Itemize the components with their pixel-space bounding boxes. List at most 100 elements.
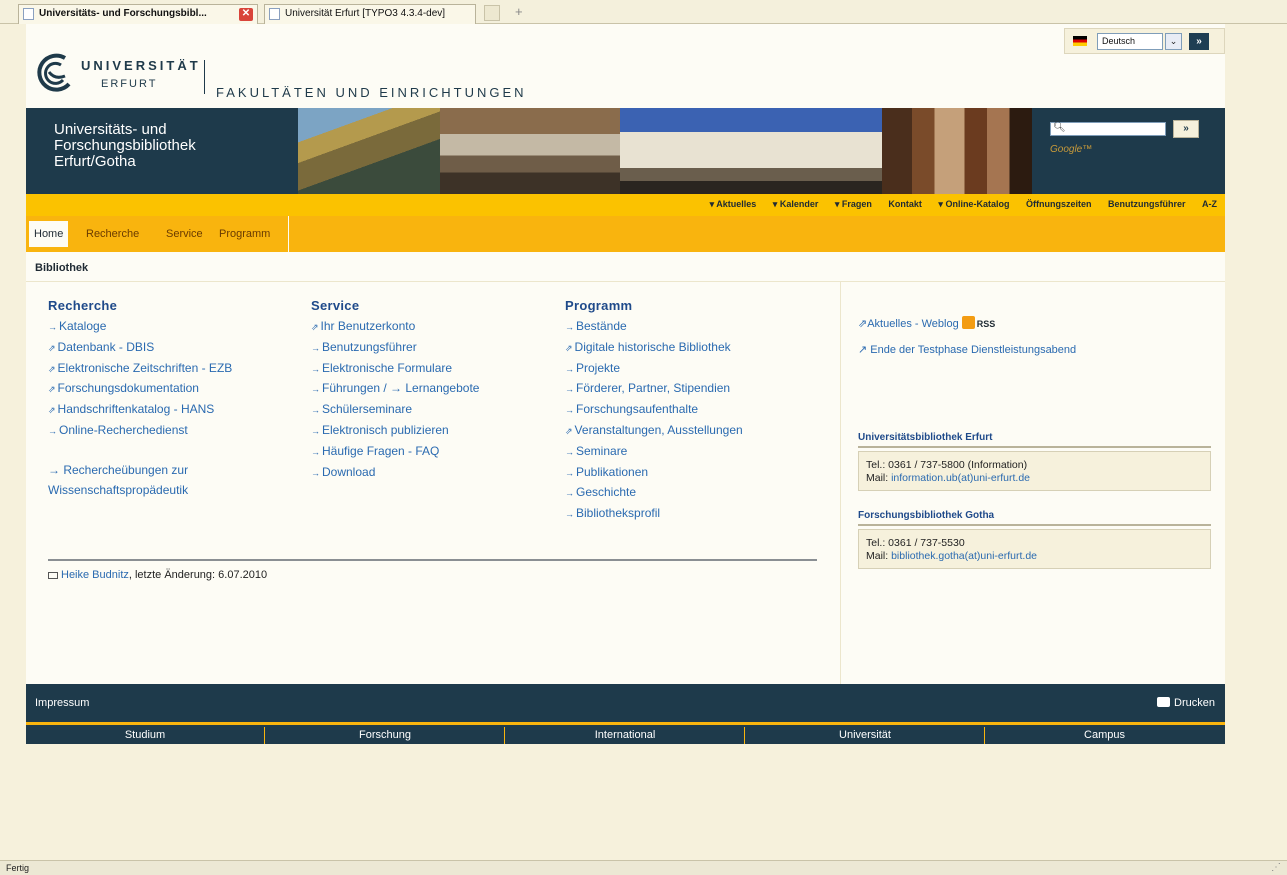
library-title[interactable]: Universitäts- und Forschungsbibliothek E… (54, 122, 254, 170)
tab-recherche[interactable]: Recherche (81, 221, 144, 247)
logo-university-text[interactable]: UNIVERSITÄT (81, 58, 201, 73)
arrow-icon: → (311, 363, 320, 374)
tab-programm[interactable]: Programm (214, 221, 275, 247)
browser-tab-library[interactable]: Universitäts- und Forschungsbibl... ✕ (18, 4, 258, 24)
footer-link-campus[interactable]: Campus (985, 727, 1224, 744)
tab-service[interactable]: Service (161, 221, 208, 247)
quick-link-aktuelles[interactable]: ▾ Aktuelles (710, 199, 757, 209)
last-modified: Heike Budnitz, letzte Änderung: 6.07.201… (48, 569, 267, 581)
link-kataloge[interactable]: → Kataloge (48, 317, 308, 338)
link-forschungsdokumentation[interactable]: ⇗ Forschungsdokumentation (48, 379, 308, 400)
link-rechercheuebungen-line2[interactable]: Wissenschaftspropädeutik (48, 481, 308, 501)
page: UNIVERSITÄT ERFURT FAKULTÄTEN UND EINRIC… (26, 24, 1225, 744)
sidebar: ⇗Aktuelles - Weblog RSS ↗ Ende der Testph… (840, 282, 1225, 684)
link-digitale-bibliothek[interactable]: ⇗ Digitale historische Bibliothek (565, 338, 835, 359)
link-download[interactable]: → Download (311, 463, 561, 484)
footer-link-universitaet[interactable]: Universität (746, 727, 985, 744)
column-title[interactable]: Programm (565, 298, 835, 313)
link-faq[interactable]: → Häufige Fragen - FAQ (311, 442, 561, 463)
arrow-icon: → (311, 384, 320, 395)
author-link[interactable]: Heike Budnitz (61, 569, 129, 581)
link-benutzerkonto[interactable]: ⇗ Ihr Benutzerkonto (311, 317, 561, 338)
link-text: Ihr Benutzerkonto (320, 319, 416, 333)
quick-link-online-katalog[interactable]: ▾ Online-Katalog (938, 199, 1009, 209)
close-tab-icon[interactable]: ✕ (239, 8, 253, 21)
quick-link-benutzungsfuehrer[interactable]: Benutzungsführer (1108, 199, 1186, 209)
reading-room-photo (440, 108, 620, 194)
link-forschungsaufenthalte[interactable]: → Forschungsaufenthalte (565, 400, 835, 421)
link-ezb[interactable]: ⇗ Elektronische Zeitschriften - EZB (48, 359, 308, 380)
link-publizieren[interactable]: → Elektronisch publizieren (311, 421, 561, 442)
link-text: Digitale historische Bibliothek (574, 339, 731, 354)
arrow-icon: → (311, 342, 320, 353)
link-fuehrungen[interactable]: → Führungen / → Lernangebote (311, 379, 561, 400)
chevron-down-icon[interactable]: ⌄ (1165, 33, 1182, 50)
language-go-button[interactable]: » (1189, 33, 1209, 50)
footer-link-studium[interactable]: Studium (26, 727, 265, 744)
news-link[interactable]: ↗ Ende der Testphase Dienstleistungsaben… (858, 343, 1076, 356)
arrow-icon: → (565, 384, 574, 395)
resize-grip-icon[interactable]: ⋰ (1271, 862, 1281, 873)
link-publikationen[interactable]: → Publikationen (565, 463, 835, 484)
quick-link-oeffnungszeiten[interactable]: Öffnungszeiten (1026, 199, 1092, 209)
breadcrumb: Bibliothek (26, 252, 1225, 282)
link-text: Elektronisch publizieren (322, 422, 449, 437)
logo-city-text[interactable]: ERFURT (101, 78, 157, 90)
gotha-phone: Tel.: 0361 / 737-5530 (866, 537, 965, 549)
link-bibliotheksprofil[interactable]: → Bibliotheksprofil (565, 504, 835, 525)
search-input[interactable]: 🔍︎ (1050, 122, 1166, 136)
new-tab-button[interactable]: + (515, 4, 523, 19)
column-title[interactable]: Service (311, 298, 561, 313)
external-link-icon: ⇗ (311, 322, 319, 332)
link-seminare[interactable]: → Seminare (565, 442, 835, 463)
link-projekte[interactable]: → Projekte (565, 359, 835, 380)
link-text: Handschriftenkatalog - HANS (57, 402, 215, 417)
tab-home[interactable]: Home (29, 221, 69, 247)
search-go-button[interactable]: » (1173, 120, 1199, 138)
erfurt-mail: Mail: information.ub(at)uni-erfurt.de (866, 472, 1210, 485)
tab-list-icon[interactable] (484, 5, 500, 21)
print-button[interactable]: Drucken (1157, 697, 1215, 709)
rss-label[interactable]: RSS (977, 319, 996, 329)
arrow-icon: → (311, 467, 320, 478)
quick-link-kontakt[interactable]: Kontakt (888, 199, 922, 209)
browser-tab-typo3[interactable]: Universität Erfurt [TYPO3 4.3.4-dev] (264, 4, 476, 24)
link-text: Häufige Fragen - FAQ (322, 443, 440, 458)
old-books-photo (882, 108, 1032, 194)
link-dbis[interactable]: ⇗ Datenbank - DBIS (48, 338, 308, 359)
link-benutzungsfuehrer[interactable]: → Benutzungsführer (311, 338, 561, 359)
link-online-recherchedienst[interactable]: → Online-Recherchedienst (48, 421, 308, 442)
link-bestaende[interactable]: → Bestände (565, 317, 835, 338)
arrow-icon: → (565, 363, 574, 374)
nav-divider (288, 216, 289, 252)
header-banner: Universitäts- und Forschungsbibliothek E… (26, 108, 1225, 194)
quick-link-kalender[interactable]: ▾ Kalender (773, 199, 819, 209)
link-text: Benutzungsführer (322, 339, 417, 354)
quick-link-fragen[interactable]: ▾ Fragen (835, 199, 872, 209)
footer-link-international[interactable]: International (506, 727, 745, 744)
gotha-mail-link[interactable]: bibliothek.gotha(at)uni-erfurt.de (891, 550, 1037, 562)
link-foerderer[interactable]: → Förderer, Partner, Stipendien (565, 379, 835, 400)
arrow-icon: → (311, 446, 320, 457)
column-title[interactable]: Recherche (48, 298, 308, 313)
print-label: Drucken (1174, 697, 1215, 709)
link-veranstaltungen[interactable]: ⇗ Veranstaltungen, Ausstellungen (565, 421, 835, 442)
browser-tab-strip: Universitäts- und Forschungsbibl... ✕ Un… (0, 0, 1287, 24)
erfurt-mail-link[interactable]: information.ub(at)uni-erfurt.de (891, 472, 1030, 484)
impressum-link[interactable]: Impressum (35, 697, 89, 709)
tab-label: Universitäts- und Forschungsbibl... (39, 8, 207, 19)
language-select[interactable]: Deutsch (1097, 33, 1163, 50)
link-hans[interactable]: ⇗ Handschriftenkatalog - HANS (48, 400, 308, 421)
gotha-contact-box: Tel.: 0361 / 737-5530 Mail: bibliothek.g… (858, 529, 1211, 569)
link-geschichte[interactable]: → Geschichte (565, 483, 835, 504)
quick-link-a-z[interactable]: A-Z (1202, 199, 1217, 209)
link-formulare[interactable]: → Elektronische Formulare (311, 359, 561, 380)
link-rechercheuebungen[interactable]: → Rechercheübungen zur (48, 461, 308, 481)
rss-icon[interactable] (961, 316, 975, 329)
link-text: Elektronische Zeitschriften - EZB (57, 360, 233, 375)
link-text: Geschichte (576, 485, 637, 500)
weblog-link[interactable]: ⇗Aktuelles - Weblog RSS (858, 316, 995, 330)
university-logo-icon[interactable] (35, 52, 75, 96)
footer-link-forschung[interactable]: Forschung (266, 727, 505, 744)
link-schuelerseminare[interactable]: → Schülerseminare (311, 400, 561, 421)
